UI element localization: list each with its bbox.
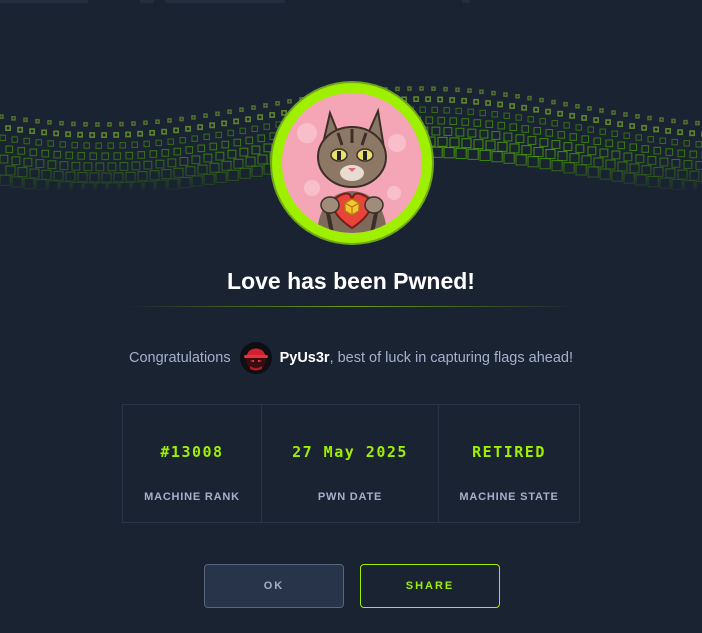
- stat-machine-rank: #13008 MACHINE RANK: [123, 405, 262, 522]
- hacker-hat-icon[interactable]: [239, 342, 272, 374]
- stat-machine-state: RETIRED MACHINE STATE: [439, 405, 579, 522]
- stats-panel: #13008 MACHINE RANK 27 May 2025 PWN DATE…: [122, 404, 580, 523]
- ok-button[interactable]: OK: [204, 564, 344, 608]
- machine-rank-value: #13008: [160, 443, 224, 461]
- pwned-dialog: Love has been Pwned! Congratulations PyU…: [0, 10, 702, 633]
- share-button[interactable]: SHARE: [360, 564, 500, 608]
- machine-state-label: MACHINE STATE: [459, 491, 559, 503]
- username-link[interactable]: PyUs3r: [280, 350, 330, 366]
- congrats-prefix: Congratulations: [129, 350, 231, 366]
- pwn-date-value: 27 May 2025: [292, 443, 408, 461]
- cat-holding-heart-icon: [282, 93, 422, 233]
- machine-avatar-ring: [272, 83, 432, 243]
- congratulations-message: Congratulations PyUs3r , best of luck in…: [0, 342, 702, 374]
- machine-rank-label: MACHINE RANK: [144, 491, 240, 503]
- background-page-strip: [0, 0, 702, 10]
- machine-state-value: RETIRED: [472, 443, 546, 461]
- dialog-title: Love has been Pwned!: [227, 268, 475, 294]
- title-divider: [126, 306, 576, 307]
- stat-pwn-date: 27 May 2025 PWN DATE: [262, 405, 439, 522]
- congrats-suffix: , best of luck in capturing flags ahead!: [329, 350, 573, 366]
- pwn-date-label: PWN DATE: [317, 491, 383, 503]
